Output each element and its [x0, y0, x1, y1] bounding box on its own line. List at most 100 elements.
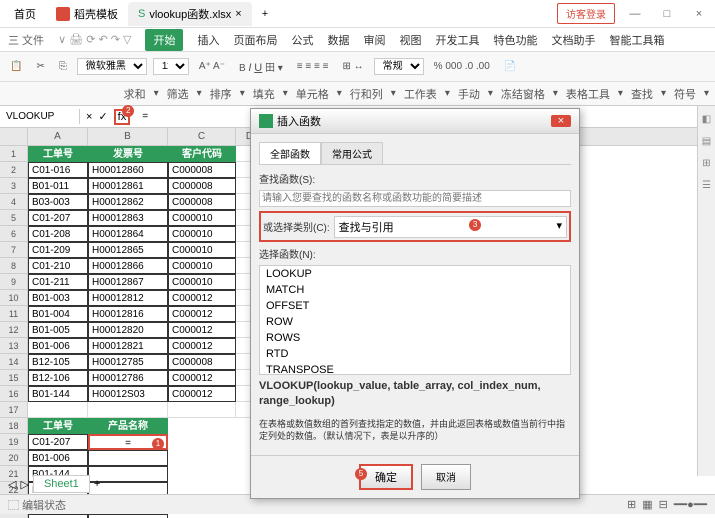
data-cell[interactable]: H00012785: [88, 354, 168, 370]
name-box[interactable]: VLOOKUP: [0, 109, 80, 124]
data-cell[interactable]: C000010: [168, 226, 236, 242]
data-cell[interactable]: H00012867: [88, 274, 168, 290]
data-cell[interactable]: B12-106: [28, 370, 88, 386]
data-cell[interactable]: B01-005: [28, 322, 88, 338]
sidebar-icon[interactable]: ◧: [700, 114, 714, 128]
data-cell[interactable]: H00012860: [88, 162, 168, 178]
dialog-titlebar[interactable]: 插入函数 ×: [251, 109, 579, 134]
row-header[interactable]: 1: [0, 146, 28, 162]
ribbon-tab-layout[interactable]: 页面布局: [233, 32, 277, 48]
data-cell[interactable]: C01-207: [28, 434, 88, 450]
font-select[interactable]: 微软雅黑: [77, 58, 147, 75]
ribbon-tab-data[interactable]: 数据: [327, 32, 349, 48]
function-list-item[interactable]: TRANSPOSE: [260, 362, 570, 375]
data-cell[interactable]: B01-003: [28, 290, 88, 306]
ribbon-tab-formula[interactable]: 公式: [291, 32, 313, 48]
data-cell[interactable]: H00012812: [88, 290, 168, 306]
ribbon-tab-smart[interactable]: 智能工具箱: [609, 32, 664, 48]
data-cell[interactable]: B03-003: [28, 194, 88, 210]
row-header[interactable]: 2: [0, 162, 28, 178]
data-cell[interactable]: H00012861: [88, 178, 168, 194]
data-cell[interactable]: C01-016: [28, 162, 88, 178]
sheet-tab[interactable]: Sheet1: [33, 475, 90, 493]
data-cell[interactable]: C000012: [168, 370, 236, 386]
function-list-item[interactable]: OFFSET: [260, 298, 570, 314]
col-header[interactable]: C: [168, 128, 236, 145]
row-header[interactable]: 8: [0, 258, 28, 274]
header-cell[interactable]: 产品名称: [88, 418, 168, 434]
ribbon-tab-review[interactable]: 审阅: [363, 32, 385, 48]
data-cell[interactable]: [28, 402, 88, 418]
data-cell[interactable]: B01-011: [28, 178, 88, 194]
cancel-formula-icon[interactable]: ×: [86, 111, 92, 123]
function-list-item[interactable]: MATCH: [260, 282, 570, 298]
ribbon-tab-feature[interactable]: 特色功能: [493, 32, 537, 48]
category-select[interactable]: 查找与引用 3 ▾: [334, 216, 567, 238]
ribbon-tab-insert[interactable]: 插入: [197, 32, 219, 48]
cut-icon[interactable]: ✂: [32, 59, 48, 74]
row-header[interactable]: 12: [0, 322, 28, 338]
data-cell[interactable]: C000012: [168, 290, 236, 306]
data-cell[interactable]: H00012820: [88, 322, 168, 338]
row-header[interactable]: 4: [0, 194, 28, 210]
row-header[interactable]: 17: [0, 402, 28, 418]
search-input[interactable]: [259, 190, 571, 207]
data-cell[interactable]: C000010: [168, 274, 236, 290]
row-header[interactable]: 20: [0, 450, 28, 466]
ribbon-tab-dev[interactable]: 开发工具: [435, 32, 479, 48]
data-cell[interactable]: H00012786: [88, 370, 168, 386]
minimize-icon[interactable]: —: [623, 8, 647, 20]
data-cell[interactable]: B01-144: [28, 386, 88, 402]
data-cell[interactable]: B01-004: [28, 306, 88, 322]
row-header[interactable]: 11: [0, 306, 28, 322]
tab-home[interactable]: 首页: [4, 2, 46, 26]
data-cell[interactable]: C01-209: [28, 242, 88, 258]
maximize-icon[interactable]: □: [655, 8, 679, 20]
view-icon[interactable]: ▦: [642, 498, 652, 511]
file-menu[interactable]: 三 文件: [8, 32, 44, 48]
sidebar-icon[interactable]: ⊞: [700, 158, 714, 172]
row-header[interactable]: 3: [0, 178, 28, 194]
function-list-item[interactable]: LOOKUP: [260, 266, 570, 282]
row-header[interactable]: 10: [0, 290, 28, 306]
row-header[interactable]: 19: [0, 434, 28, 450]
data-cell[interactable]: H00012821: [88, 338, 168, 354]
view-icon[interactable]: ⊞: [627, 498, 636, 511]
data-cell[interactable]: C01-208: [28, 226, 88, 242]
function-list-item[interactable]: ROWS: [260, 330, 570, 346]
row-header[interactable]: 6: [0, 226, 28, 242]
dialog-close-icon[interactable]: ×: [551, 115, 571, 127]
header-cell[interactable]: 工单号: [28, 146, 88, 162]
data-cell[interactable]: C000008: [168, 178, 236, 194]
data-cell[interactable]: H00012862: [88, 194, 168, 210]
data-cell[interactable]: H00012864: [88, 226, 168, 242]
row-header[interactable]: 18: [0, 418, 28, 434]
row-header[interactable]: 16: [0, 386, 28, 402]
ok-button[interactable]: 5确定: [359, 464, 413, 490]
data-cell[interactable]: =1: [88, 434, 168, 450]
sheet-nav-icon[interactable]: ◁: [8, 478, 16, 491]
data-cell[interactable]: B01-006: [28, 450, 88, 466]
add-sheet-icon[interactable]: +: [94, 478, 100, 490]
data-cell[interactable]: [168, 402, 236, 418]
sheet-nav-icon[interactable]: ▷: [20, 478, 28, 491]
data-cell[interactable]: [88, 450, 168, 466]
data-cell[interactable]: C000008: [168, 354, 236, 370]
data-cell[interactable]: H00012866: [88, 258, 168, 274]
col-header[interactable]: B: [88, 128, 168, 145]
data-cell[interactable]: H00012S03: [88, 386, 168, 402]
data-cell[interactable]: C000008: [168, 162, 236, 178]
ribbon-tab-start[interactable]: 开始: [145, 29, 183, 51]
sidebar-icon[interactable]: ▤: [700, 136, 714, 150]
data-cell[interactable]: C01-211: [28, 274, 88, 290]
view-icon[interactable]: ⊟: [659, 498, 668, 511]
row-header[interactable]: 13: [0, 338, 28, 354]
function-list-item[interactable]: ROW: [260, 314, 570, 330]
data-cell[interactable]: C000012: [168, 338, 236, 354]
zoom-slider[interactable]: ━━●━━: [674, 498, 707, 511]
data-cell[interactable]: H00012865: [88, 242, 168, 258]
dialog-tab-all[interactable]: 全部函数: [259, 142, 321, 164]
row-header[interactable]: 5: [0, 210, 28, 226]
data-cell[interactable]: C000012: [168, 322, 236, 338]
data-cell[interactable]: H00012816: [88, 306, 168, 322]
